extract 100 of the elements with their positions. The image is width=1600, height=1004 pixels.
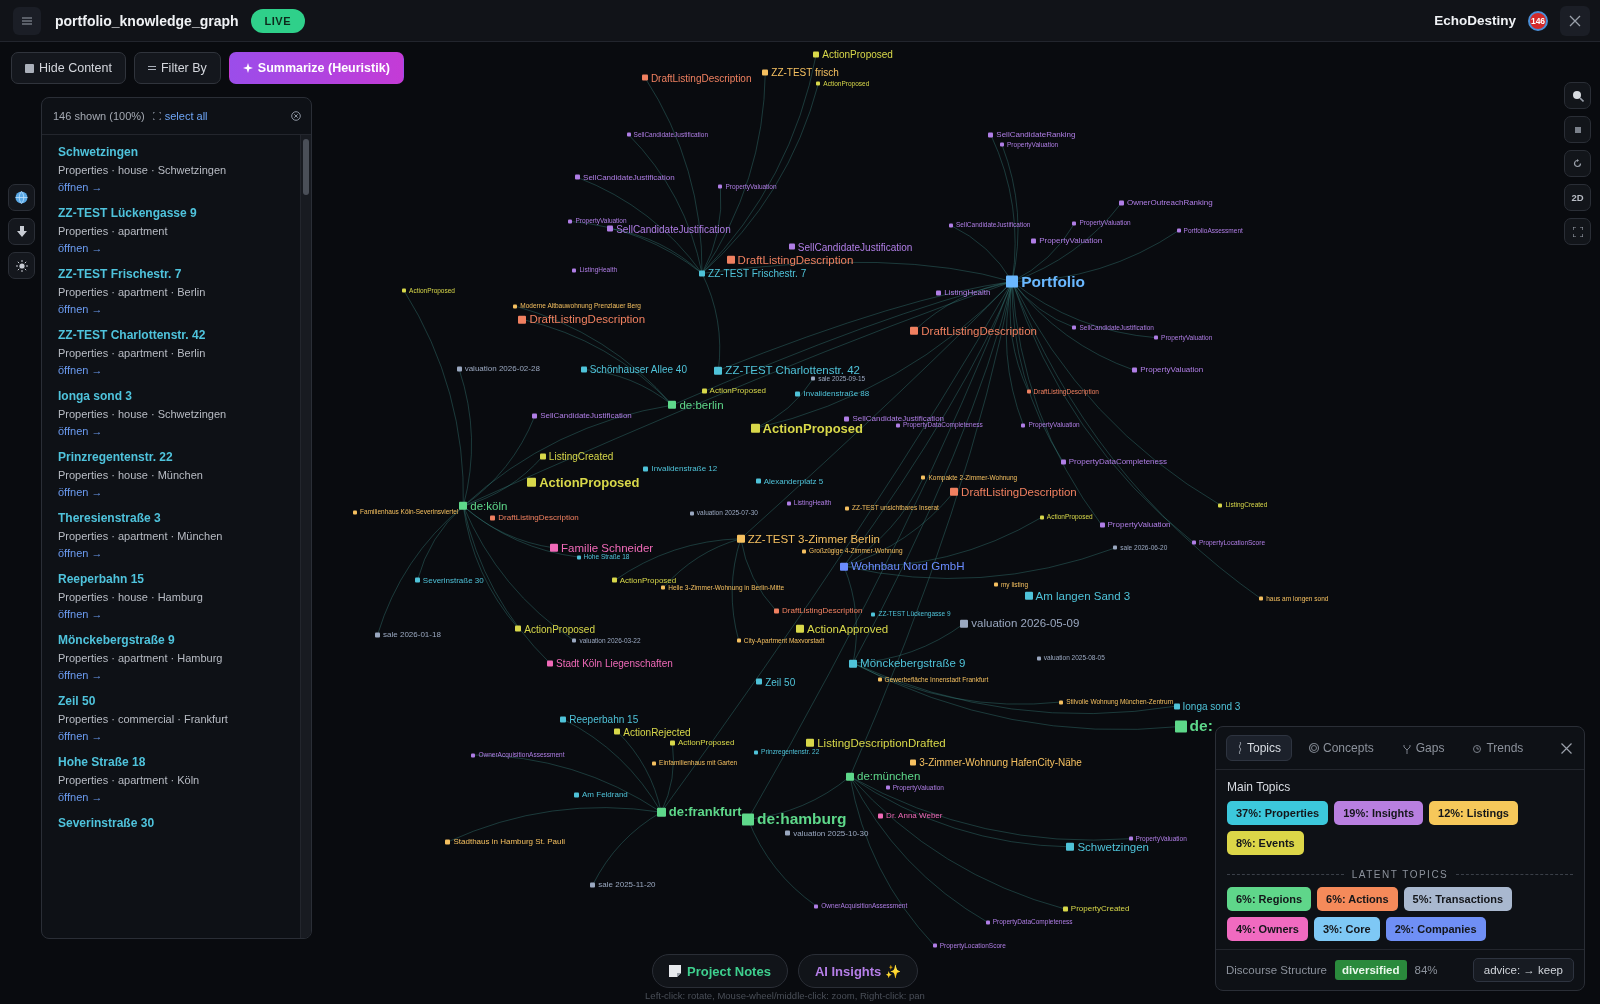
item-title[interactable]: Schwetzingen — [58, 145, 300, 159]
open-link[interactable]: öffnen → — [58, 669, 103, 681]
item-title[interactable]: Reeperbahn 15 — [58, 572, 300, 586]
node-label: Invalidenstraße 12 — [651, 464, 718, 474]
item-title[interactable]: Mönckebergstraße 9 — [58, 633, 300, 647]
advice-button[interactable]: advice: → keep — [1472, 958, 1574, 982]
view-mode-button[interactable]: 2D — [1564, 184, 1591, 211]
node-label: ZZ-TEST Frischestr. 7 — [708, 267, 807, 279]
node-label: DraftListingDescription — [782, 606, 863, 616]
open-link[interactable]: öffnen → — [58, 425, 103, 437]
toolbar-button[interactable]: Hide Content — [11, 52, 126, 84]
controls-hint: Left-click: rotate, Mouse-wheel/middle-click: zoom, Right-click: pan — [645, 990, 925, 1001]
node-label: ActionProposed — [709, 386, 767, 396]
node-label: Alexanderplatz 5 — [763, 477, 824, 486]
item-meta: Properties · apartment · Köln — [58, 774, 201, 786]
open-link[interactable]: öffnen → — [58, 730, 103, 742]
topic-tag[interactable]: 6%: Regions — [1227, 887, 1311, 911]
live-badge: LIVE — [250, 8, 306, 33]
node-label: Stadt Köln Liegenschaften — [556, 657, 673, 669]
item-title[interactable]: Ionga sond 3 — [58, 389, 300, 403]
node-label: PropertyCreated — [1070, 904, 1130, 914]
structure-badge: diversified — [1335, 960, 1407, 980]
node-label: ActionApproved — [807, 622, 889, 635]
item-title[interactable]: Theresienstraße 3 — [58, 511, 300, 525]
node-label: ActionProposed — [677, 738, 735, 748]
node-label: sale 2026-01-18 — [383, 630, 441, 640]
topic-tag[interactable]: 2%: Companies — [1385, 917, 1486, 941]
open-link[interactable]: öffnen → — [58, 242, 103, 254]
node-label: ActionRejected — [623, 726, 691, 738]
item-meta: Properties · house · Hamburg — [58, 591, 204, 603]
panel-tab[interactable]: Trends — [1461, 735, 1535, 761]
topic-tag[interactable]: 8%: Events — [1227, 831, 1304, 855]
item-meta: Properties · apartment · München — [58, 530, 224, 542]
node-label: DraftListingDescription — [650, 72, 752, 84]
node-label: ActionProposed — [762, 421, 863, 436]
topic-tag[interactable]: 3%: Core — [1313, 917, 1380, 941]
node-label: SellCandidateJustification — [583, 173, 675, 182]
project-notes-button[interactable]: Project Notes — [652, 954, 788, 988]
node-label: ZZ-TEST Charlottenstr. 42 — [725, 364, 860, 377]
node-label: de:frankfurt — [668, 805, 742, 820]
node-label: ListingDescriptionDrafted — [817, 736, 946, 750]
node-label: ActionProposed — [539, 475, 640, 490]
node-label: DraftListingDescription — [737, 253, 854, 267]
node-label: ZZ-TEST frisch — [771, 66, 839, 78]
open-link[interactable]: öffnen → — [58, 486, 103, 498]
toolbar-button[interactable]: Summarize (Heuristik) — [228, 52, 404, 84]
node-label: SellCandidateRanking — [996, 130, 1076, 140]
node-label: PropertyValuation — [1140, 366, 1204, 375]
node-label: valuation 2025-10-30 — [793, 829, 869, 838]
item-meta: Properties · house · Schwetzingen — [58, 408, 228, 420]
node-label: ActionProposed — [524, 623, 595, 634]
open-link[interactable]: öffnen → — [58, 547, 103, 559]
select-all-link[interactable]: select all — [152, 110, 208, 122]
item-title[interactable]: Prinzregentenstr. 22 — [58, 450, 300, 464]
panel-tab[interactable]: Concepts — [1298, 735, 1385, 761]
node-label: Severinstraße 30 — [422, 576, 484, 585]
topic-tag[interactable]: 12%: Listings — [1429, 801, 1518, 825]
node-label: OwnerOutreachRanking — [1126, 198, 1213, 208]
shown-count: 146 shown (100%) — [53, 110, 145, 122]
open-link[interactable]: öffnen → — [58, 181, 103, 193]
node-label: Stadthaus in Hamburg St. Pauli — [453, 837, 566, 847]
node-label: DraftListingDescription — [921, 324, 1037, 337]
app-title: portfolio_knowledge_graph — [55, 12, 239, 29]
node-label: PropertyValuation — [1039, 236, 1103, 246]
topic-tag[interactable]: 5%: Transactions — [1403, 887, 1513, 911]
topic-tag[interactable]: 6%: Actions — [1317, 887, 1398, 911]
panel-tab[interactable]: Topics — [1226, 735, 1292, 761]
node-label: DraftListingDescription — [498, 513, 579, 523]
topic-tag[interactable]: 4%: Owners — [1227, 917, 1308, 941]
item-title[interactable]: Hohe Straße 18 — [58, 755, 300, 769]
panel-tab[interactable]: Gaps — [1390, 735, 1456, 761]
toolbar-button[interactable]: Filter By — [133, 52, 221, 84]
insights-button[interactable]: AI Insights ✨ — [797, 954, 918, 988]
node-label: valuation 2026-02-28 — [464, 364, 540, 374]
node-label: SellCandidateJustification — [852, 414, 945, 423]
node-label: Ionga sond 3 — [1182, 700, 1241, 712]
open-link[interactable]: öffnen → — [58, 791, 103, 803]
node-label: de:hamburg — [756, 810, 847, 828]
item-meta: Properties · commercial · Frankfurt — [58, 713, 229, 725]
node-label: PropertyValuation — [1107, 521, 1171, 530]
item-meta: Properties · apartment · Hamburg — [58, 652, 224, 664]
open-link[interactable]: öffnen → — [58, 364, 103, 376]
open-link[interactable]: öffnen → — [58, 608, 103, 620]
item-title[interactable]: Severinstraße 30 — [58, 816, 300, 830]
topic-tag[interactable]: 19%: Insights — [1334, 801, 1424, 825]
item-title[interactable]: ZZ-TEST Lückengasse 9 — [58, 206, 300, 220]
item-title[interactable]: ZZ-TEST Frischestr. 7 — [58, 267, 300, 281]
section-title: Main Topics — [1227, 780, 1292, 794]
item-title[interactable]: ZZ-TEST Charlottenstr. 42 — [58, 328, 300, 342]
item-meta: Properties · house · München — [58, 469, 204, 481]
item-title[interactable]: Zeil 50 — [58, 694, 300, 708]
open-link[interactable]: öffnen → — [58, 303, 103, 315]
node-label: 3-Zimmer-Wohnung HafenCity-Nähe — [919, 756, 1082, 768]
node-label: Zeil 50 — [765, 676, 796, 688]
topic-tag[interactable]: 37%: Properties — [1227, 801, 1329, 825]
node-label: Am langen Sand 3 — [1035, 589, 1131, 603]
item-meta: Properties · house · Schwetzingen — [58, 164, 228, 176]
notification-badge[interactable]: 146 — [1528, 10, 1548, 31]
structure-percent: 84% — [1414, 964, 1438, 976]
node-label: PropertyDataCompleteness — [1068, 457, 1168, 467]
